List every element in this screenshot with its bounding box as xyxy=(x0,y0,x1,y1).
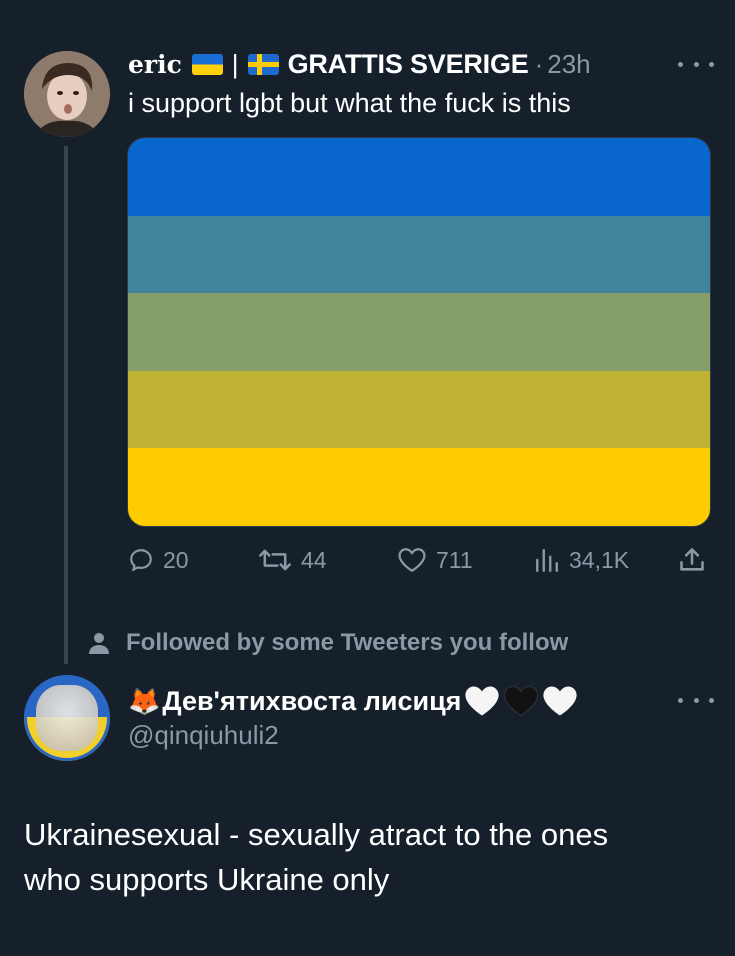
name-separator: | xyxy=(231,48,239,79)
more-options-icon[interactable] xyxy=(678,54,714,74)
views-chart-icon xyxy=(536,549,558,573)
ukraine-flag-icon xyxy=(191,53,223,75)
tweet-header: eric | GRATTIS SVERIGE · 23h xyxy=(128,46,591,82)
flag-stripe xyxy=(128,448,710,526)
white-heart-icon xyxy=(465,686,500,716)
reply-header: 🦊 Дев'ятихвоста лисиця xyxy=(128,682,578,720)
tweet-text: i support lgbt but what the fuck is this xyxy=(128,88,571,118)
retweet-count: 44 xyxy=(301,546,327,573)
heart-icon xyxy=(398,548,426,573)
followed-by-context: Followed by some Tweeters you follow xyxy=(88,626,568,660)
fox-emoji-icon: 🦊 xyxy=(128,685,161,716)
reply-text: Ukrainesexual - sexually atract to the o… xyxy=(24,812,714,902)
reply-count: 20 xyxy=(163,546,189,573)
flag-stripe xyxy=(128,138,710,216)
reply-icon xyxy=(130,549,152,572)
reply-button[interactable]: 20 xyxy=(128,540,189,580)
like-button[interactable]: 711 xyxy=(397,540,473,580)
tweet-timestamp[interactable]: 23h xyxy=(547,49,590,80)
author-name[interactable]: eric xyxy=(128,50,182,79)
sweden-flag-icon xyxy=(247,53,279,75)
share-button[interactable] xyxy=(678,540,715,580)
avatar-face-icon xyxy=(24,51,110,137)
avatar-portrait xyxy=(36,685,98,751)
dot-separator: · xyxy=(534,48,544,79)
followed-by-text: Followed by some Tweeters you follow xyxy=(126,629,569,656)
reply-more-options-icon[interactable] xyxy=(678,690,714,710)
reply-author-name[interactable]: Дев'ятихвоста лисиця xyxy=(162,686,461,717)
white-heart-icon xyxy=(543,686,578,716)
flag-stripe xyxy=(128,215,710,294)
reply-text-line: who supports Ukraine only xyxy=(24,862,390,897)
author-name-suffix[interactable]: GRATTIS SVERIGE xyxy=(288,49,529,80)
view-count: 34,1K xyxy=(569,546,630,573)
reply-author-avatar[interactable] xyxy=(24,675,110,761)
like-count: 711 xyxy=(436,546,473,573)
tweet-media-image[interactable] xyxy=(127,137,711,527)
share-icon xyxy=(680,548,704,571)
thread-connector-line xyxy=(64,146,68,664)
black-heart-icon xyxy=(504,685,539,717)
retweet-icon xyxy=(259,549,291,571)
person-icon xyxy=(89,633,109,654)
author-avatar[interactable] xyxy=(24,51,110,137)
reply-author-handle[interactable]: @qinqiuhuli2 xyxy=(128,720,279,751)
flag-stripe xyxy=(128,293,710,371)
flag-stripe xyxy=(128,370,710,449)
retweet-button[interactable]: 44 xyxy=(258,540,327,580)
reply-text-line: Ukrainesexual - sexually atract to the o… xyxy=(24,817,609,852)
views-button[interactable]: 34,1K xyxy=(534,540,629,580)
